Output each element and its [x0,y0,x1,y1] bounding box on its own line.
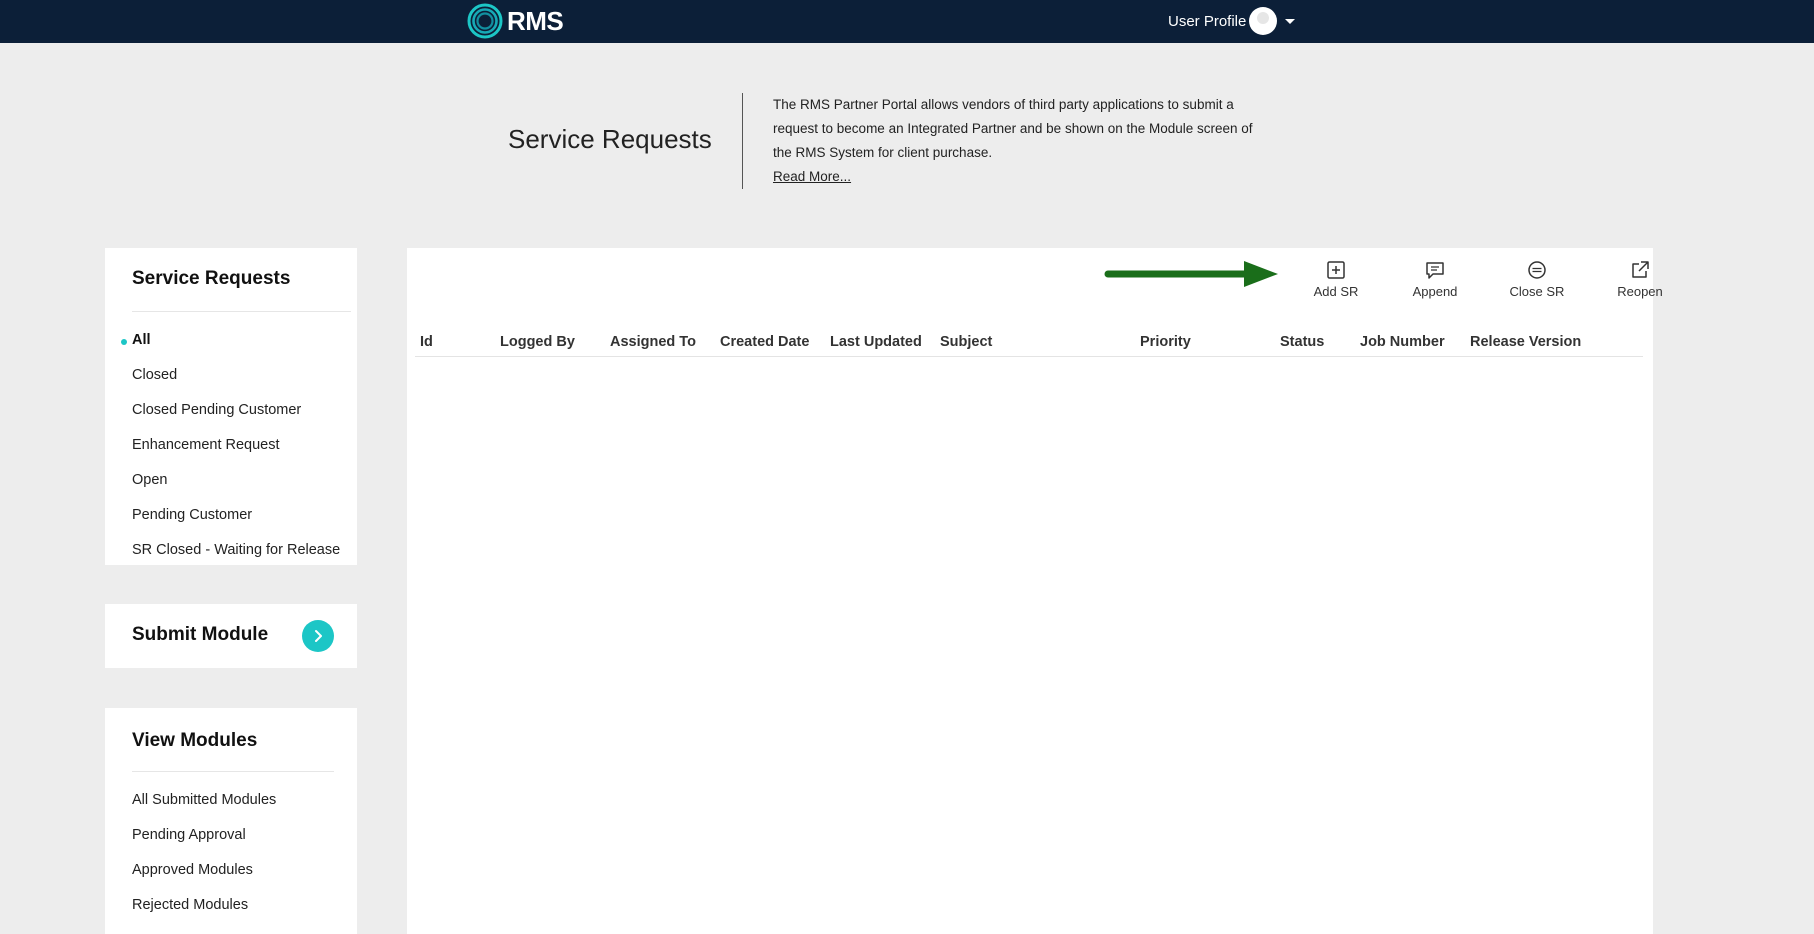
sidebar-item-rejected-modules[interactable]: Rejected Modules [132,897,248,913]
sidebar-item-sr-closed-waiting-release[interactable]: SR Closed - Waiting for Release [132,542,340,558]
view-modules-heading: View Modules [132,730,258,751]
sidebar-item-pending-approval[interactable]: Pending Approval [132,827,246,843]
logo-ring-icon [467,3,503,39]
column-header-assigned-to[interactable]: Assigned To [610,334,696,350]
service-requests-heading: Service Requests [132,268,291,289]
sidebar-item-approved-modules[interactable]: Approved Modules [132,862,253,878]
user-profile-label: User Profile [1168,12,1247,30]
submit-module-heading: Submit Module [132,624,269,645]
read-more-link[interactable]: Read More... [773,165,851,189]
active-indicator-dot [121,339,127,345]
table-header-divider [415,356,1643,357]
external-link-icon [1632,261,1649,278]
circle-minus-icon [1528,261,1546,279]
column-header-created-date[interactable]: Created Date [720,334,809,350]
sidebar-item-open[interactable]: Open [132,472,167,488]
append-button[interactable]: Append [1395,260,1475,299]
close-sr-label: Close SR [1509,284,1565,299]
caret-down-icon [1285,18,1296,24]
close-sr-button[interactable]: Close SR [1497,260,1577,299]
logo-text: RMS [507,5,564,36]
card-divider [132,311,351,312]
chevron-right-icon [315,630,322,642]
reopen-button[interactable]: Reopen [1600,260,1680,299]
service-requests-card: Service Requests All Closed Closed Pendi… [105,248,357,565]
column-header-status[interactable]: Status [1280,334,1324,350]
service-requests-table-panel: Add SR Append Close SR Reopen Id Logged … [407,248,1663,934]
sidebar-item-closed[interactable]: Closed [132,367,177,383]
sidebar-item-enhancement-request[interactable]: Enhancement Request [132,437,280,453]
card-divider [132,771,334,772]
sidebar-item-pending-customer[interactable]: Pending Customer [132,507,252,523]
annotation-arrow-icon [1104,261,1278,287]
sidebar-item-all[interactable]: All [132,332,151,348]
reopen-label: Reopen [1617,284,1663,299]
column-header-release-version[interactable]: Release Version [1470,334,1581,350]
submit-module-card[interactable]: Submit Module [105,604,357,668]
view-modules-card: View Modules All Submitted Modules Pendi… [105,708,357,934]
add-sr-label: Add SR [1313,284,1359,299]
column-header-last-updated[interactable]: Last Updated [830,334,922,350]
top-navbar: RMS User Profile [0,0,1814,43]
column-header-job-number[interactable]: Job Number [1360,334,1445,350]
submit-module-button[interactable] [302,620,334,652]
sidebar-item-closed-pending-customer[interactable]: Closed Pending Customer [132,402,301,418]
sidebar-item-all-submitted-modules[interactable]: All Submitted Modules [132,792,276,808]
append-label: Append [1412,284,1458,299]
add-sr-button[interactable]: Add SR [1296,260,1376,299]
header-divider [742,93,743,189]
column-header-priority[interactable]: Priority [1140,334,1191,350]
page-title: Service Requests [508,124,712,154]
comment-icon [1426,262,1444,279]
intro-text: The RMS Partner Portal allows vendors of… [773,97,1253,160]
user-profile-menu[interactable]: User Profile [1168,6,1296,36]
plus-square-icon [1327,261,1345,279]
column-header-logged-by[interactable]: Logged By [500,334,575,350]
avatar [1249,7,1278,35]
column-header-subject[interactable]: Subject [940,334,992,350]
intro-text-block: The RMS Partner Portal allows vendors of… [773,93,1263,189]
column-header-id[interactable]: Id [420,334,433,350]
rms-logo[interactable]: RMS [466,2,564,40]
